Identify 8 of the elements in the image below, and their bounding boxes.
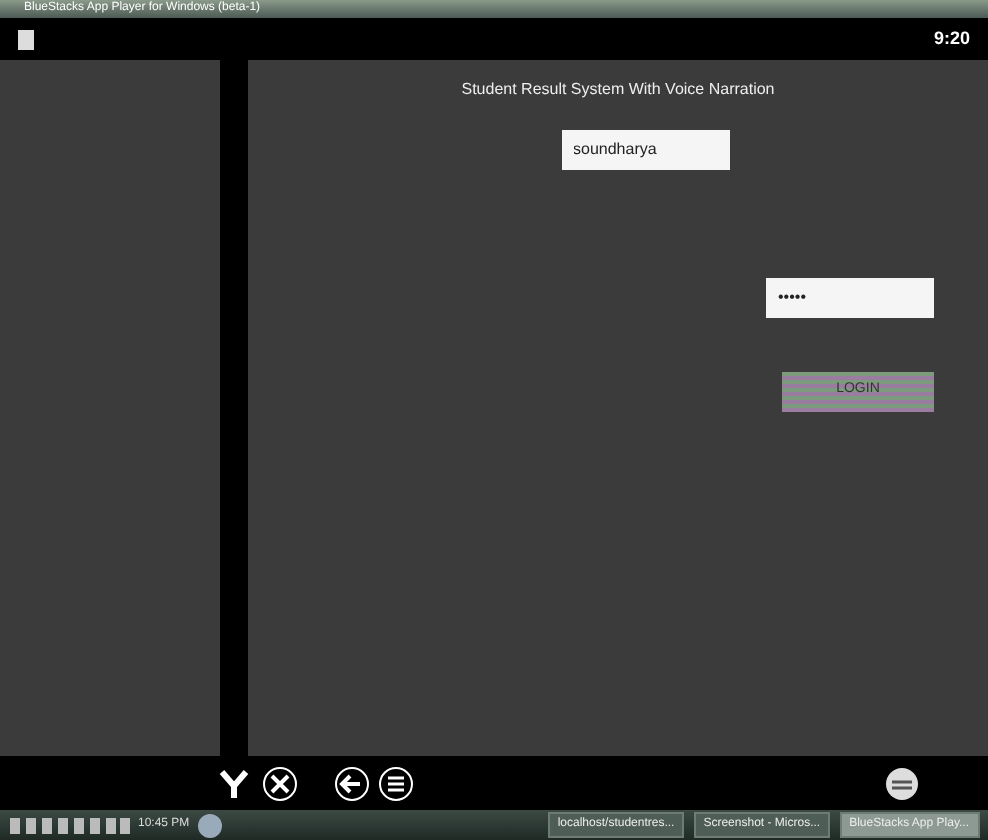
app-heading: Student Result System With Voice Narration [461,78,775,102]
tray-icons-drawing [9,817,129,833]
username-field[interactable]: soundharya [561,129,729,169]
start-orb-icon[interactable] [198,813,223,837]
password-field[interactable]: ••••• [766,277,934,317]
status-time: 9:20 [933,25,970,52]
back-icon[interactable] [333,765,369,801]
menu-icon[interactable] [378,765,414,801]
